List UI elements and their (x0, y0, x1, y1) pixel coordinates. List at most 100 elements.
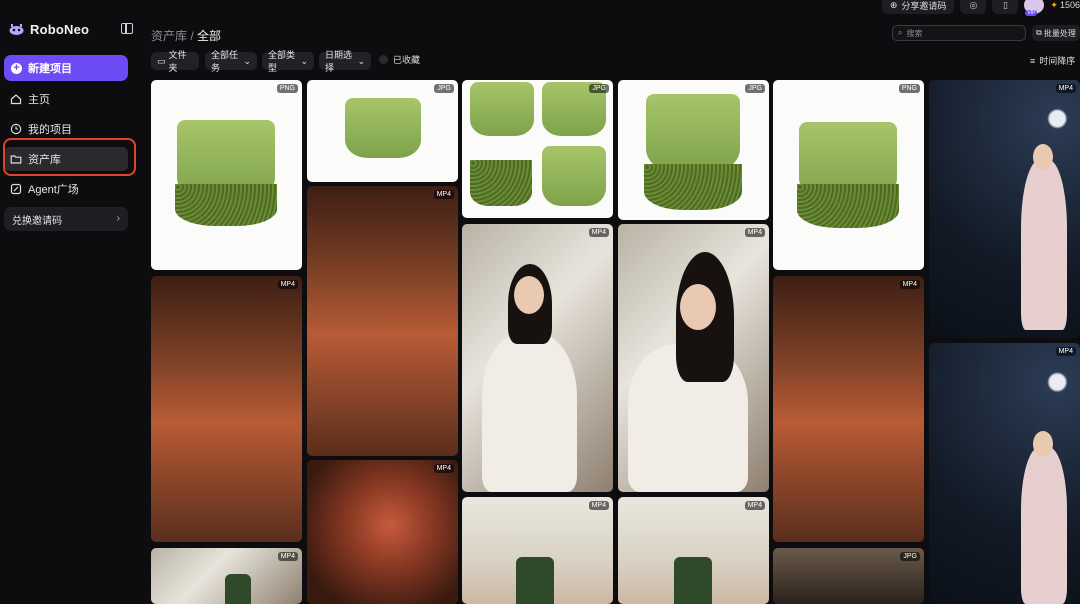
top-toolbar: ⊕ 分享邀请码 ◎ ▯ VIP ✦ 1506 (881, 0, 1080, 16)
sidebar-collapse-icon[interactable] (121, 23, 133, 34)
search-icon: ⌕ (898, 28, 903, 37)
asset-tile[interactable]: JPG (462, 80, 613, 218)
asset-tile[interactable]: MP4 (307, 186, 458, 456)
asset-tile[interactable]: MP4 (773, 276, 924, 542)
asset-grid: PNG MP4 MP4 JPG MP4 MP4 JPG MP4 MP4 JPG … (151, 80, 1080, 604)
favorites-label: 已收藏 (393, 55, 421, 65)
file-type-badge: JPG (434, 84, 454, 93)
sort-button[interactable]: ≡ 时间降序 (1030, 54, 1075, 67)
asset-tile[interactable]: MP4 (151, 276, 302, 542)
cake-image (345, 98, 421, 158)
file-type-badge: MP4 (277, 552, 298, 561)
file-type-badge: MP4 (433, 464, 454, 473)
clock-icon (10, 123, 22, 135)
asset-tile[interactable]: MP4 (929, 80, 1080, 338)
favorites-checkbox[interactable] (379, 55, 388, 64)
person-image (1021, 447, 1067, 604)
folder-filter-label: 文件夹 (168, 50, 187, 73)
breadcrumb: 资产库 / 全部 (151, 27, 221, 44)
type-filter-dropdown[interactable]: 全部类型 ⌄ (262, 50, 314, 73)
file-type-badge: MP4 (588, 501, 609, 510)
person-image (1021, 160, 1067, 330)
logo[interactable]: RoboNeo (9, 22, 89, 37)
batch-process-button[interactable]: ⧉ 批量处理 (1032, 25, 1080, 41)
plus-icon: + (11, 62, 22, 74)
asset-tile[interactable]: MP4 (307, 460, 458, 604)
face-image (1033, 144, 1053, 170)
cake-base-image (470, 160, 532, 206)
breadcrumb-separator: / (187, 29, 198, 43)
breadcrumb-current: 全部 (197, 29, 222, 43)
sidebar-item-label: Agent广场 (28, 184, 79, 196)
breadcrumb-parent[interactable]: 资产库 (151, 29, 187, 43)
avatar[interactable]: VIP (1024, 0, 1045, 16)
file-type-badge: MP4 (433, 190, 454, 199)
cake-image (542, 146, 606, 206)
chevron-down-icon: ⌄ (243, 55, 251, 66)
file-type-badge: MP4 (588, 228, 609, 237)
file-type-badge: MP4 (744, 228, 765, 237)
redeem-invite-label: 兑换邀请码 (12, 215, 62, 227)
app-name: RoboNeo (30, 22, 90, 37)
new-project-button[interactable]: + 新建项目 (4, 55, 128, 81)
redeem-invite-button[interactable]: 兑换邀请码 › (4, 207, 128, 231)
asset-tile[interactable]: MP4 (618, 497, 769, 604)
vip-badge: VIP (1025, 10, 1038, 16)
credits-icon: ✦ (1050, 0, 1058, 10)
cake-base-image (175, 184, 277, 226)
selection-highlight (3, 138, 136, 176)
share-invite-label: 分享邀请码 (901, 0, 947, 11)
asset-tile[interactable]: JPG (773, 548, 924, 604)
asset-tile[interactable]: JPG (618, 80, 769, 220)
asset-tile[interactable]: PNG (151, 80, 302, 270)
folder-filter-button[interactable]: ▭ 文件夹 (151, 50, 199, 73)
asset-tile[interactable]: MP4 (618, 224, 769, 492)
task-filter-dropdown[interactable]: 全部任务 ⌄ (205, 50, 257, 73)
sort-label: 时间降序 (1039, 56, 1076, 66)
file-type-badge: MP4 (744, 501, 765, 510)
share-invite-button[interactable]: ⊕ 分享邀请码 (881, 0, 955, 14)
bottle-image (674, 557, 712, 604)
file-type-badge: MP4 (277, 280, 298, 289)
person-image (482, 334, 577, 492)
sidebar-item-home[interactable]: 主页 (4, 87, 128, 111)
asset-tile[interactable]: PNG (773, 80, 924, 270)
bottle-image (225, 574, 251, 604)
cake-base-image (644, 164, 742, 210)
file-type-badge: JPG (900, 552, 920, 561)
asset-tile[interactable]: JPG (307, 80, 458, 182)
sidebar-item-agent-plaza[interactable]: Agent广场 (4, 177, 128, 201)
batch-icon: ⧉ (1036, 28, 1042, 37)
file-type-badge: MP4 (1055, 347, 1076, 356)
chevron-down-icon: ⌄ (300, 55, 308, 66)
asset-tile[interactable]: MP4 (151, 548, 302, 604)
file-type-badge: MP4 (899, 280, 920, 289)
device-button[interactable]: ▯ (992, 0, 1019, 14)
favorites-toggle[interactable]: 已收藏 (379, 53, 420, 66)
chevron-down-icon: ⌄ (357, 55, 365, 66)
agent-icon (10, 183, 22, 195)
asset-tile[interactable]: MP4 (929, 343, 1080, 604)
cake-image (646, 94, 740, 172)
sort-icon: ≡ (1030, 55, 1036, 66)
face-image (514, 276, 544, 314)
search-placeholder: 搜索 (906, 28, 923, 38)
file-type-badge: PNG (898, 84, 920, 93)
folder-icon: ▭ (157, 55, 166, 66)
sidebar-item-label: 我的项目 (28, 124, 72, 136)
file-type-badge: MP4 (1055, 84, 1076, 93)
notification-icon: ◎ (969, 0, 978, 10)
date-filter-label: 日期选择 (325, 50, 353, 73)
date-filter-dropdown[interactable]: 日期选择 ⌄ (319, 50, 371, 73)
face-image (680, 284, 716, 330)
notification-button[interactable]: ◎ (960, 0, 987, 14)
asset-tile[interactable]: MP4 (462, 224, 613, 492)
asset-tile[interactable]: MP4 (462, 497, 613, 604)
type-filter-label: 全部类型 (268, 50, 296, 73)
logo-icon (9, 24, 24, 35)
credits-display[interactable]: ✦ 1506 (1050, 0, 1080, 11)
sidebar-item-label: 主页 (28, 94, 50, 106)
search-input[interactable]: ⌕ 搜索 (892, 25, 1026, 41)
share-icon: ⊕ (889, 0, 898, 10)
chevron-right-icon: › (116, 213, 120, 224)
